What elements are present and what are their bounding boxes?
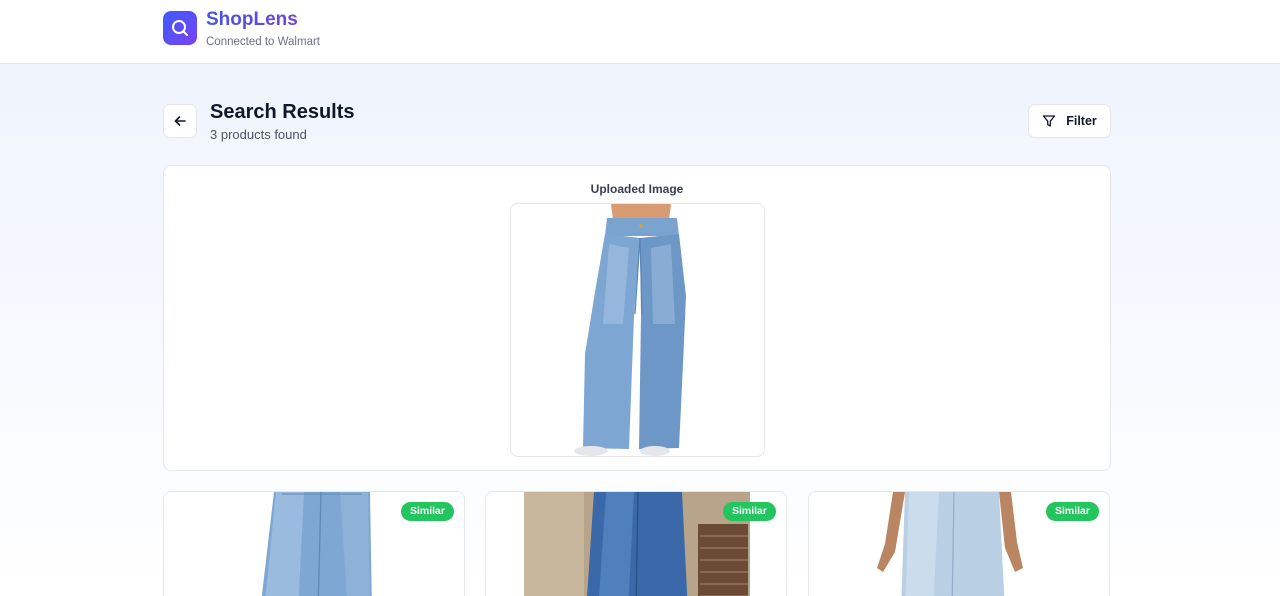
page-title: Search Results xyxy=(210,101,355,123)
similar-badge: Similar xyxy=(400,502,454,521)
result-card[interactable]: Similar xyxy=(163,491,465,596)
result-card[interactable]: Similar xyxy=(485,491,787,596)
brand-name: ShopLens xyxy=(206,10,320,30)
filter-icon xyxy=(1043,115,1056,127)
results-count: 3 products found xyxy=(210,127,307,142)
uploaded-image xyxy=(510,203,765,457)
top-bar: ShopLens Connected to Walmart xyxy=(0,0,1280,64)
result-card[interactable]: Similar xyxy=(808,491,1110,596)
arrow-left-icon xyxy=(174,116,186,126)
logo xyxy=(163,11,197,45)
similar-badge: Similar xyxy=(722,502,776,521)
similar-badge: Similar xyxy=(1045,502,1099,521)
filter-label: Filter xyxy=(1066,114,1097,128)
uploaded-image-label: Uploaded Image xyxy=(590,182,684,196)
back-button[interactable] xyxy=(163,104,197,138)
connection-status: Connected to Walmart xyxy=(206,36,320,48)
brand[interactable]: ShopLens Connected to Walmart xyxy=(163,10,320,48)
uploaded-image-card: Uploaded Image xyxy=(163,165,1111,471)
filter-button[interactable]: Filter xyxy=(1028,104,1111,138)
search-icon xyxy=(172,20,188,36)
